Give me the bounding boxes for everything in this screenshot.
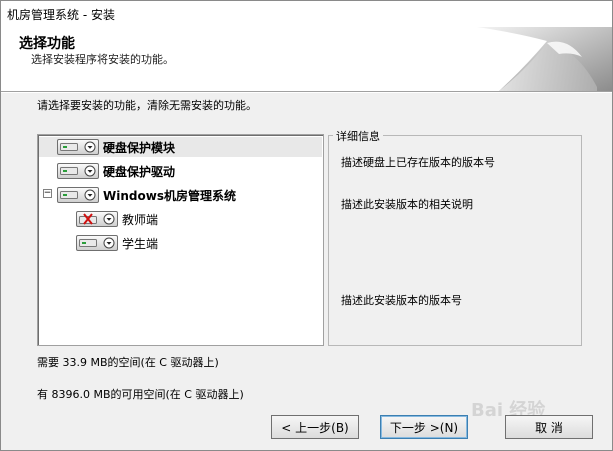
feature-state-dropdown[interactable] (57, 139, 99, 155)
title-bar[interactable]: 机房管理系统 - 安装 (1, 1, 612, 27)
feature-state-dropdown[interactable] (57, 163, 99, 179)
collapse-toggle[interactable]: − (43, 189, 52, 198)
feature-state-dropdown[interactable] (76, 235, 118, 251)
tree-item-student[interactable]: 学生端 (39, 233, 322, 253)
page-title: 选择功能 (19, 36, 75, 52)
installer-window: 机房管理系统 - 安装 选择功能 选择安装程序将安装的功能。 请选择要安装的功能… (0, 0, 613, 451)
page-curl-graphic (477, 27, 612, 91)
tree-item-windows-lab-management[interactable]: − Windows机房管理系统 (39, 185, 322, 205)
drive-icon (60, 191, 78, 199)
feature-state-dropdown[interactable] (57, 187, 99, 203)
page-subtitle: 选择安装程序将安装的功能。 (31, 53, 174, 66)
excluded-x-icon (79, 213, 97, 225)
details-existing-version: 描述硬盘上已存在版本的版本号 (341, 156, 495, 169)
tree-item-label: 教师端 (122, 212, 159, 227)
back-button[interactable]: < 上一步(B) (271, 415, 359, 439)
details-groupbox: 详细信息 描述硬盘上已存在版本的版本号 描述此安装版本的相关说明 描述此安装版本… (328, 128, 582, 346)
chevron-down-icon (84, 165, 96, 177)
chevron-down-icon (84, 189, 96, 201)
chevron-down-icon (103, 237, 115, 249)
drive-icon (79, 239, 97, 247)
cancel-button[interactable]: 取 消 (505, 415, 593, 439)
space-required: 需要 33.9 MB的空间(在 C 驱动器上) (37, 356, 219, 369)
tree-item-disk-protection-driver[interactable]: 硬盘保护驱动 (39, 161, 322, 181)
next-button[interactable]: 下一步 >(N) (380, 415, 468, 439)
tree-item-disk-protection-module[interactable]: 硬盘保护模块 (39, 137, 322, 157)
details-legend: 详细信息 (333, 128, 383, 144)
header-banner: 选择功能 选择安装程序将安装的功能。 (1, 27, 612, 92)
feature-tree[interactable]: 硬盘保护模块 硬盘保护驱动 − Windows机房管理系统 教师端 学生端 (37, 134, 324, 346)
drive-icon (60, 167, 78, 175)
details-description: 描述此安装版本的相关说明 (341, 198, 473, 211)
feature-state-dropdown[interactable] (76, 211, 118, 227)
tree-item-label: 硬盘保护驱动 (103, 164, 176, 179)
drive-icon (60, 143, 78, 151)
chevron-down-icon (84, 141, 96, 153)
space-available: 有 8396.0 MB的可用空间(在 C 驱动器上) (37, 388, 244, 401)
instruction-text: 请选择要安装的功能，清除无需安装的功能。 (37, 99, 257, 112)
tree-item-label: 学生端 (122, 236, 159, 251)
tree-item-label: 硬盘保护模块 (103, 140, 176, 155)
tree-item-teacher[interactable]: 教师端 (39, 209, 322, 229)
window-title: 机房管理系统 - 安装 (7, 8, 115, 22)
tree-item-label: Windows机房管理系统 (103, 188, 236, 203)
chevron-down-icon (103, 213, 115, 225)
details-install-version: 描述此安装版本的版本号 (341, 294, 462, 307)
